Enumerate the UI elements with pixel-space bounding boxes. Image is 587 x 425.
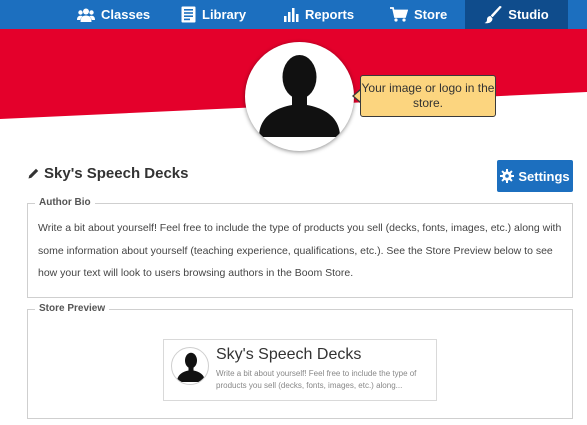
settings-button[interactable]: Settings: [497, 160, 573, 192]
bar-chart-icon: [284, 7, 299, 22]
nav-library-label: Library: [202, 7, 247, 22]
person-silhouette-icon: [259, 55, 340, 137]
paintbrush-icon: [484, 5, 502, 23]
users-icon: [77, 8, 95, 22]
author-bio-text[interactable]: Write a bit about yourself! Feel free to…: [38, 217, 565, 285]
person-silhouette-icon: [177, 352, 205, 382]
top-nav: Classes Library Reports Store Studio: [0, 0, 587, 29]
cart-icon: [390, 7, 408, 22]
store-preview-section: Store Preview Sky's Speech Decks Write a…: [27, 302, 573, 419]
nav-library[interactable]: Library: [181, 0, 246, 29]
settings-button-label: Settings: [518, 168, 570, 184]
author-bio-legend: Author Bio: [35, 196, 95, 210]
store-preview-card: Sky's Speech Decks Write a bit about you…: [163, 339, 437, 401]
nav-classes-label: Classes: [101, 7, 151, 22]
nav-reports-label: Reports: [305, 7, 355, 22]
avatar-tooltip: Your image or logo in the store.: [360, 75, 496, 117]
nav-reports[interactable]: Reports: [284, 0, 354, 29]
store-name: Sky's Speech Decks: [44, 165, 189, 182]
nav-store-label: Store: [414, 7, 448, 22]
store-avatar[interactable]: [245, 42, 354, 151]
nav-studio-label: Studio: [508, 7, 549, 22]
store-title[interactable]: Sky's Speech Decks: [28, 165, 189, 182]
store-preview-legend: Store Preview: [35, 302, 110, 316]
author-bio-section: Author Bio Write a bit about yourself! F…: [27, 196, 573, 298]
gear-icon: [500, 169, 515, 183]
preview-store-name: Sky's Speech Decks: [216, 346, 362, 363]
book-icon: [181, 6, 196, 23]
preview-avatar: [171, 347, 209, 385]
nav-store[interactable]: Store: [390, 0, 447, 29]
pencil-icon[interactable]: [28, 168, 39, 179]
nav-studio[interactable]: Studio: [465, 0, 568, 29]
preview-description: Write a bit about yourself! Feel free to…: [216, 369, 417, 390]
nav-classes[interactable]: Classes: [77, 0, 150, 29]
